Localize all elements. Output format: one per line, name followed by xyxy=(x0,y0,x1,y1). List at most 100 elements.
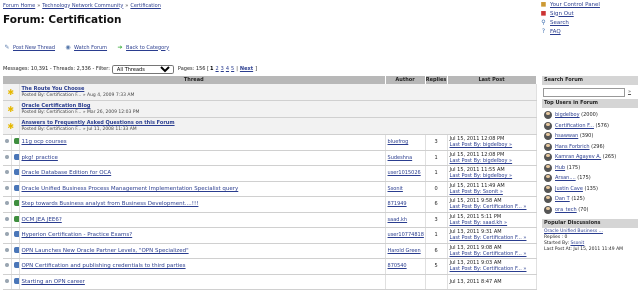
thread-title[interactable]: Oracle Database Edition for OCA xyxy=(22,170,383,176)
control-panel-link[interactable]: ■ Your Control Panel xyxy=(540,0,640,9)
post-new-thread-label[interactable]: Post New Thread xyxy=(13,45,55,51)
announcement-title[interactable]: Answers to Frequently Asked Questions on… xyxy=(22,120,534,126)
thread-cell: Oracle Unified Business Process Manageme… xyxy=(19,181,386,197)
last-post-by[interactable]: Last Post By: saad.kh » xyxy=(450,220,534,226)
sign-out-link[interactable]: ■ Sign Out xyxy=(540,9,640,18)
search-label[interactable]: Search xyxy=(550,20,569,26)
top-user-name[interactable]: Arsan.... xyxy=(555,175,576,181)
faq-label[interactable]: FAQ xyxy=(550,29,561,35)
thread-author[interactable]: saad.kh xyxy=(388,217,408,223)
thread-title[interactable]: Oracle Unified Business Process Manageme… xyxy=(22,186,383,192)
top-user-name[interactable]: hsawwan xyxy=(555,133,578,139)
status-dot-icon xyxy=(5,263,9,268)
back-arrow-icon: ➔ xyxy=(117,43,123,51)
top-user-item: Certification F... (576) xyxy=(542,121,638,132)
post-new-thread-button[interactable]: ✎ Post New Thread xyxy=(3,44,55,51)
thread-title[interactable]: OPN Launches New Oracle Partner Levels, … xyxy=(22,248,383,254)
thread-author[interactable]: bluefrog xyxy=(388,139,409,145)
thread-filter-select[interactable]: All Threads xyxy=(111,64,174,74)
started-by-user[interactable]: Ssonit xyxy=(570,241,584,246)
search-forum-header: Search Forum xyxy=(542,76,638,85)
top-user-item: Hans Forbrich (296) xyxy=(542,142,638,153)
top-user-name[interactable]: Certification F... xyxy=(555,123,594,129)
page-link-1[interactable]: 1 xyxy=(210,66,213,72)
control-panel-label[interactable]: Your Control Panel xyxy=(550,2,600,8)
status-dot-icon xyxy=(5,201,9,206)
sidebar: Search Forum » Top Users in Forum bigdel… xyxy=(542,76,638,254)
thread-author[interactable]: Sudeshna xyxy=(388,155,413,161)
last-post-by[interactable]: Last Post By: Certification F... » xyxy=(450,204,534,210)
thread-author[interactable]: 870540 xyxy=(388,263,407,269)
table-row: Oracle Database Edition for OCA user1015… xyxy=(3,165,537,182)
thread-title[interactable]: Starting an OPN career xyxy=(22,279,383,285)
pages-close: ] xyxy=(255,66,258,72)
thread-icon xyxy=(13,246,18,253)
thread-title[interactable]: pkg! practice xyxy=(22,155,383,161)
top-user-name[interactable]: Dan T xyxy=(555,196,570,202)
thread-author[interactable]: user1015026 xyxy=(388,170,421,176)
page-link-5[interactable]: 5 xyxy=(231,66,234,72)
thread-title[interactable]: Step towards Business analyst from Busin… xyxy=(22,201,383,207)
last-post-by[interactable]: Last Post By: bigdelboy » xyxy=(450,158,534,164)
top-user-name[interactable]: bigdelboy xyxy=(555,112,580,118)
thread-author[interactable]: 871949 xyxy=(388,201,407,207)
top-user-count: (390) xyxy=(579,133,594,140)
search-forum-input[interactable] xyxy=(543,87,625,97)
thread-hot-icon xyxy=(13,215,18,222)
status-dot-icon xyxy=(5,278,9,283)
avatar xyxy=(544,132,552,141)
announcement-title[interactable]: The Route You Choose xyxy=(22,86,534,92)
thread-icon xyxy=(13,231,18,238)
top-user-name[interactable]: Hans Forbrich xyxy=(555,144,590,150)
page-link-3[interactable]: 3 xyxy=(221,66,224,72)
top-user-name[interactable]: Kamran Agayev A. xyxy=(555,154,601,160)
back-to-category-label[interactable]: Back to Category xyxy=(126,45,169,51)
breadcrumb-certification[interactable]: Certification xyxy=(130,3,161,9)
thread-icon xyxy=(13,184,18,191)
page-link-4[interactable]: 4 xyxy=(226,66,229,72)
thread-title[interactable]: OPN Certification and publishing credent… xyxy=(22,263,383,269)
last-post-by[interactable]: Last Post By: Ssonit » xyxy=(450,189,534,195)
last-post-by[interactable]: Last Post By: Certification F... » xyxy=(450,266,534,272)
popular-discussion-last-post: Last Post At: Jul 15, 2011 11:49 AM xyxy=(544,247,624,252)
last-post-by[interactable]: Last Post By: bigdelboy » xyxy=(450,173,534,179)
back-to-category-button[interactable]: ➔ Back to Category xyxy=(116,43,170,51)
thread-title[interactable]: Hyperion Certification - Practice Exams? xyxy=(22,232,383,238)
last-post-by[interactable]: Last Post By: bigdelboy » xyxy=(450,142,534,148)
breadcrumb-forum-home[interactable]: Forum Home xyxy=(3,3,35,9)
thread-hot-icon xyxy=(13,138,18,145)
next-page-link[interactable]: Next xyxy=(240,66,253,72)
announcement-row: ✱ Oracle Certification Blog Posted By: Ce… xyxy=(3,100,537,118)
thread-type-icon xyxy=(11,243,20,259)
read-status-icon xyxy=(3,274,12,290)
search-go-button[interactable]: » xyxy=(625,88,634,96)
thread-title[interactable]: 11g ocp courses xyxy=(22,139,383,145)
avatar xyxy=(544,153,552,162)
announcement-title[interactable]: Oracle Certification Blog xyxy=(22,103,534,109)
thread-author[interactable]: Harold Green xyxy=(388,248,421,254)
last-post-date: Jul 13, 2011 8:47 AM xyxy=(449,278,502,285)
faq-link[interactable]: ? FAQ xyxy=(540,27,640,36)
last-post-by[interactable]: Last Post By: Certification F... » xyxy=(450,235,534,241)
thread-author[interactable]: user10774818 xyxy=(388,232,424,238)
thread-cell: Starting an OPN career xyxy=(19,274,386,290)
page-link-2[interactable]: 2 xyxy=(215,66,218,72)
last-post-by[interactable]: Last Post By: Certification F... » xyxy=(450,251,534,257)
table-row: Hyperion Certification - Practice Exams?… xyxy=(3,227,537,244)
search-link[interactable]: ⚲ Search xyxy=(540,18,640,27)
thread-author[interactable]: Ssonit xyxy=(388,186,403,192)
author-cell: Ssonit xyxy=(385,181,426,197)
top-user-name[interactable]: Justin Cave xyxy=(555,186,583,192)
top-user-item: Kamran Agayev A. (265) xyxy=(542,152,638,163)
author-cell: 871949 xyxy=(385,196,426,213)
top-user-name[interactable]: Hub xyxy=(555,165,565,171)
thread-title[interactable]: OCM JEA JEE6? xyxy=(22,217,383,223)
watch-forum-label[interactable]: Watch Forum xyxy=(74,45,107,51)
control-panel-icon: ■ xyxy=(540,0,547,8)
breadcrumb-technology-network[interactable]: Technology Network Community xyxy=(42,3,123,9)
read-status-icon xyxy=(3,258,12,275)
thread-type-icon xyxy=(11,165,20,182)
top-user-name[interactable]: ora_tech xyxy=(555,207,577,213)
sign-out-label[interactable]: Sign Out xyxy=(550,11,574,17)
watch-forum-button[interactable]: ◉ Watch Forum xyxy=(64,44,107,51)
